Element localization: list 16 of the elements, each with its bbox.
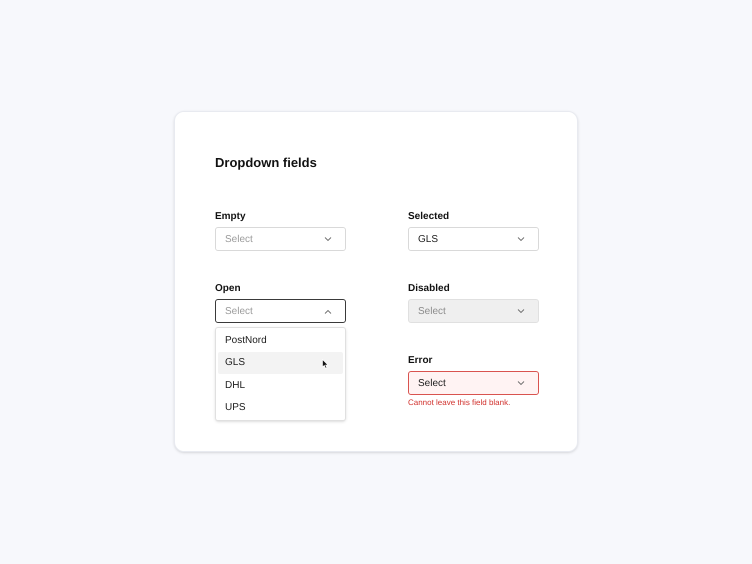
dropdown-option[interactable]: GLS (218, 352, 343, 374)
field-label: Empty (215, 212, 247, 222)
cursor-icon (322, 358, 329, 368)
chevron-down-icon (517, 236, 525, 242)
dropdown-field[interactable]: Select (408, 371, 539, 395)
chevron-up-icon (324, 308, 332, 314)
chevron-down-icon (324, 236, 332, 242)
chevron-down-icon (517, 380, 525, 386)
field-label: Selected (408, 212, 450, 222)
field-label: Error (408, 356, 434, 366)
chevron-down-icon (517, 308, 525, 314)
dropdown-field[interactable]: GLS (408, 227, 539, 251)
card-title: Dropdown fields (215, 156, 318, 169)
error-message: Cannot leave this field blank. (408, 399, 512, 407)
field-label: Disabled (408, 284, 451, 294)
field-label: Open (215, 284, 242, 294)
